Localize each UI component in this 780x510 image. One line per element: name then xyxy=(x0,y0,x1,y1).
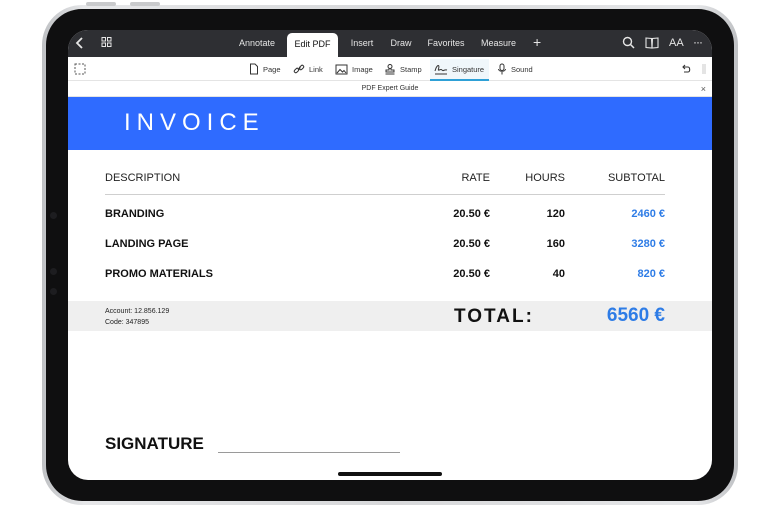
table-row-description: LANDING PAGE xyxy=(105,238,189,250)
account-number: Account: 12.856.129 xyxy=(105,308,170,315)
account-code: Code: 347895 xyxy=(105,319,149,326)
total-value: 6560 € xyxy=(606,305,665,326)
search-icon[interactable] xyxy=(622,36,635,52)
tool-stamp[interactable]: Stamp xyxy=(384,62,422,76)
tool-link-label: Link xyxy=(309,64,323,74)
table-row-description: BRANDING xyxy=(105,208,165,220)
total-label: TOTAL: xyxy=(454,306,534,327)
sensor-icon xyxy=(50,288,57,295)
tool-signature[interactable]: Singature xyxy=(434,62,484,76)
text-size-icon[interactable]: AA xyxy=(669,36,684,51)
tab-favorites[interactable]: Favorites xyxy=(424,36,468,51)
invoice-title: INVOICE xyxy=(124,109,265,136)
more-icon[interactable]: ··· xyxy=(693,35,703,50)
back-icon[interactable] xyxy=(75,36,85,53)
column-header-subtotal: SUBTOTAL xyxy=(607,172,665,184)
home-indicator[interactable] xyxy=(338,472,442,476)
tool-page-label: Page xyxy=(263,64,281,74)
tool-signature-label: Singature xyxy=(452,64,485,74)
tool-page[interactable]: Page xyxy=(249,62,281,76)
tab-annotate[interactable]: Annotate xyxy=(235,36,279,51)
table-row-hours: 120 xyxy=(546,208,565,220)
tool-link[interactable]: Link xyxy=(293,62,323,76)
stamp-icon xyxy=(384,63,396,75)
tool-image[interactable]: Image xyxy=(335,62,373,76)
tool-sound[interactable]: Sound xyxy=(497,62,533,76)
document-title: PDF Expert Guide xyxy=(361,85,419,92)
tab-measure[interactable]: Measure xyxy=(476,36,521,51)
table-row-description: PROMO MATERIALS xyxy=(105,268,213,280)
document-tab[interactable]: PDF Expert Guide × xyxy=(68,81,712,97)
link-icon xyxy=(293,63,305,75)
top-bar: Annotate Edit PDF Insert Draw Favorites … xyxy=(68,30,712,57)
signature-label: SIGNATURE xyxy=(105,434,204,453)
table-row-rate: 20.50 € xyxy=(453,238,490,250)
table-row-subtotal: 820 € xyxy=(637,268,665,280)
selection-icon[interactable] xyxy=(74,62,86,76)
add-tab-icon[interactable]: + xyxy=(533,35,541,50)
tab-insert[interactable]: Insert xyxy=(346,36,378,51)
table-divider xyxy=(105,194,665,195)
microphone-icon xyxy=(497,63,507,75)
app-screen: Annotate Edit PDF Insert Draw Favorites … xyxy=(68,30,712,480)
table-row-rate: 20.50 € xyxy=(453,268,490,280)
table-row-hours: 160 xyxy=(546,238,565,250)
tab-draw[interactable]: Draw xyxy=(386,36,416,51)
edit-toolbar: Page Link Image Stamp Singature Sound xyxy=(68,57,712,81)
invoice-banner: INVOICE xyxy=(68,97,712,150)
drag-handle-icon[interactable] xyxy=(702,62,706,76)
column-header-rate: RATE xyxy=(461,172,490,184)
column-header-hours: HOURS xyxy=(525,172,565,184)
page-icon xyxy=(249,63,259,75)
signature-icon xyxy=(434,63,448,75)
book-icon[interactable] xyxy=(645,36,659,52)
table-row-rate: 20.50 € xyxy=(453,208,490,220)
volume-button xyxy=(130,2,160,6)
signature-field[interactable] xyxy=(218,452,400,453)
tool-sound-label: Sound xyxy=(511,64,533,74)
column-header-description: DESCRIPTION xyxy=(105,172,181,184)
sensor-icon xyxy=(50,268,57,275)
camera-icon xyxy=(50,212,57,219)
close-icon[interactable]: × xyxy=(701,81,706,97)
table-row-subtotal: 2460 € xyxy=(631,208,665,220)
table-row-subtotal: 3280 € xyxy=(631,238,665,250)
grid-icon[interactable] xyxy=(101,36,112,51)
undo-icon[interactable] xyxy=(680,62,692,76)
table-row-hours: 40 xyxy=(552,268,565,280)
tool-stamp-label: Stamp xyxy=(400,64,422,74)
tab-edit-pdf[interactable]: Edit PDF xyxy=(287,33,338,57)
tool-image-label: Image xyxy=(352,64,373,74)
image-icon xyxy=(335,64,348,75)
volume-button xyxy=(86,2,116,6)
